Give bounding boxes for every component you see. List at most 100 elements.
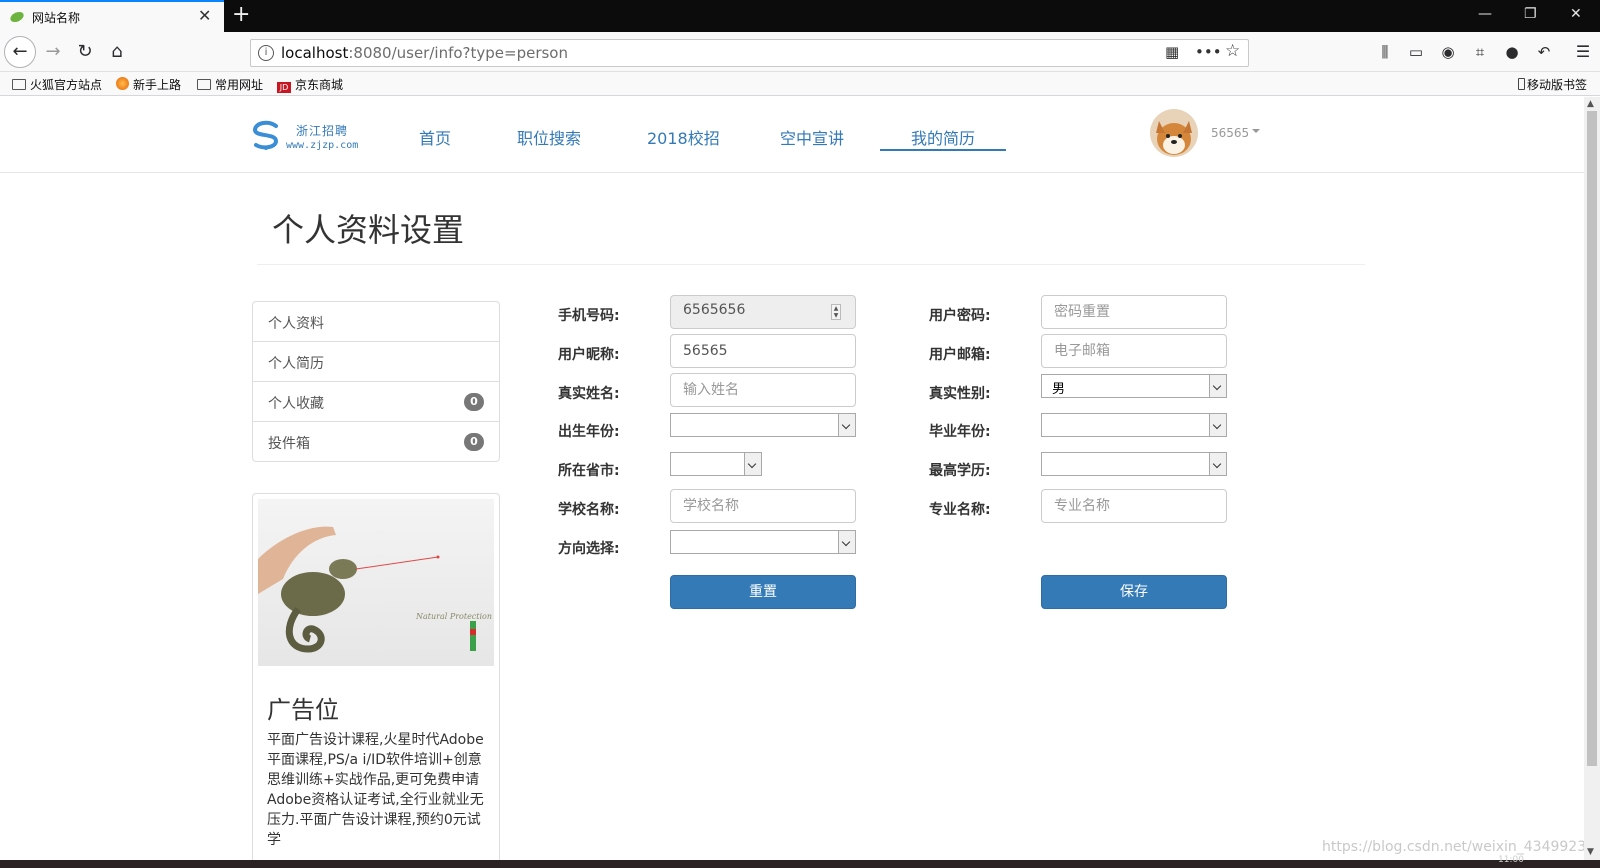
scroll-up-icon[interactable]: ▲	[1587, 99, 1594, 109]
nav-my-resume[interactable]: 我的简历	[911, 125, 975, 149]
city-label: 所在省市:	[558, 463, 620, 479]
direction-select[interactable]	[670, 530, 856, 554]
school-field[interactable]	[670, 489, 856, 523]
nav-home[interactable]: 首页	[419, 125, 451, 149]
restore-icon[interactable]: ❐	[1524, 6, 1537, 22]
sidebar-item-label: 个人简历	[268, 356, 324, 372]
page-title: 个人资料设置	[272, 211, 465, 249]
reload-icon[interactable]: ↻	[74, 41, 96, 63]
mobile-icon	[1518, 78, 1525, 90]
url-text[interactable]: localhost:8080/user/info?type=person	[281, 44, 568, 62]
divider	[257, 264, 1365, 265]
bookmark-firefox-site[interactable]: 火狐官方站点	[12, 76, 102, 93]
bookmark-mobile[interactable]: 移动版书签	[1518, 76, 1587, 93]
sidebar-item-profile[interactable]: 个人资料	[252, 301, 500, 342]
bookmarks-bar: 火狐官方站点 新手上路 常用网址 JD 京东商城 移动版书签	[0, 72, 1600, 96]
page-scrollbar[interactable]: ▲ ▼	[1584, 97, 1600, 860]
ad-card: Natural Protection 广告位 平面广告设计课程,火星时代Adob…	[252, 493, 500, 860]
education-label: 最高学历:	[929, 463, 991, 479]
chat-icon[interactable]: ●	[1501, 41, 1523, 63]
sidebar-item-resume[interactable]: 个人简历	[252, 341, 500, 382]
grad-year-select[interactable]	[1041, 413, 1227, 437]
ad-image-caption: Natural Protection	[416, 612, 493, 621]
site-info-icon[interactable]: i	[258, 45, 274, 61]
email-field[interactable]	[1041, 334, 1227, 368]
minimize-icon[interactable]: —	[1478, 6, 1492, 22]
tab-close-icon[interactable]: ✕	[198, 6, 211, 25]
birth-year-label: 出生年份:	[558, 424, 620, 440]
scroll-down-icon[interactable]: ▼	[1587, 847, 1594, 857]
sidebar-item-label: 投件箱	[268, 436, 310, 452]
back-icon[interactable]: ←	[4, 36, 36, 68]
new-tab-icon[interactable]: +	[232, 2, 250, 27]
sidebar-toggle-icon[interactable]: ▭	[1405, 41, 1427, 63]
qrcode-icon[interactable]: ▦	[1165, 43, 1179, 61]
email-label: 用户邮箱:	[929, 347, 991, 363]
chevron-down-icon[interactable]	[838, 414, 855, 436]
library-icon[interactable]: ⫼	[1374, 41, 1396, 63]
firefox-icon	[116, 77, 129, 90]
chevron-down-icon[interactable]	[1209, 453, 1226, 475]
bookmark-jd[interactable]: JD 京东商城	[277, 76, 343, 93]
gender-select[interactable]: 男	[1041, 374, 1227, 398]
direction-label: 方向选择:	[558, 541, 620, 557]
bookmark-getting-started[interactable]: 新手上路	[116, 76, 181, 93]
caret-down-icon[interactable]	[1252, 129, 1260, 133]
password-field[interactable]	[1041, 295, 1227, 329]
home-icon[interactable]: ⌂	[106, 41, 128, 63]
password-label: 用户密码:	[929, 308, 991, 324]
nickname-field[interactable]	[670, 334, 856, 368]
chevron-down-icon[interactable]	[1209, 375, 1226, 397]
browser-tab[interactable]: 网站名称 ✕	[0, 0, 224, 32]
bookmark-common-sites[interactable]: 常用网址	[197, 76, 263, 93]
chevron-down-icon[interactable]	[1209, 414, 1226, 436]
forward-icon[interactable]: →	[42, 41, 64, 63]
count-badge: 0	[464, 433, 484, 451]
screenshot-icon[interactable]: ⌗	[1469, 41, 1491, 63]
menu-icon[interactable]: ☰	[1572, 41, 1594, 63]
grad-year-label: 毕业年份:	[929, 424, 991, 440]
nav-job-search[interactable]: 职位搜索	[517, 125, 581, 149]
reset-button[interactable]: 重置	[670, 575, 856, 609]
username[interactable]: 56565	[1211, 126, 1249, 140]
leaf-favicon-icon	[10, 11, 24, 23]
close-window-icon[interactable]: ✕	[1570, 6, 1582, 22]
phone-label: 手机号码:	[558, 308, 620, 324]
chevron-down-icon[interactable]	[838, 531, 855, 553]
browser-titlebar: 网站名称 ✕ + — ❐ ✕	[0, 0, 1600, 32]
save-button[interactable]: 保存	[1041, 575, 1227, 609]
page-actions-icon[interactable]: •••	[1195, 43, 1222, 61]
gender-label: 真实性别:	[929, 386, 991, 402]
phone-field[interactable]: 6565656 ▲ ▼	[670, 295, 856, 329]
city-select[interactable]	[670, 452, 762, 476]
url-bar[interactable]: i localhost:8080/user/info?type=person ▦…	[250, 39, 1249, 67]
count-badge: 0	[464, 393, 484, 411]
major-field[interactable]	[1041, 489, 1227, 523]
bookmark-star-icon[interactable]: ☆	[1225, 41, 1240, 61]
scrollbar-thumb[interactable]	[1587, 111, 1597, 766]
chevron-down-icon[interactable]	[744, 453, 761, 475]
school-label: 学校名称:	[558, 502, 620, 518]
select-value: 男	[1052, 382, 1066, 397]
site-header: 浙江招聘 www.zjzp.com 首页 职位搜索 2018校招 空中宣讲 我的…	[0, 97, 1584, 173]
undo-icon[interactable]: ↶	[1533, 41, 1555, 63]
dog-avatar-icon	[1150, 109, 1198, 157]
avatar[interactable]	[1150, 109, 1198, 157]
sidebar-menu: 个人资料 个人简历 个人收藏 0 投件箱 0	[252, 301, 500, 462]
logo-name[interactable]: 浙江招聘	[296, 122, 348, 139]
spinner-icon[interactable]: ▲ ▼	[831, 304, 841, 320]
folder-icon	[197, 79, 211, 90]
logo-icon	[252, 120, 279, 150]
birth-year-select[interactable]	[670, 413, 856, 437]
sidebar-item-favorites[interactable]: 个人收藏 0	[252, 381, 500, 422]
ad-image[interactable]: Natural Protection	[258, 499, 494, 666]
sidebar-item-outbox[interactable]: 投件箱 0	[252, 421, 500, 462]
education-select[interactable]	[1041, 452, 1227, 476]
sidebar-item-label: 个人资料	[268, 316, 324, 332]
account-icon[interactable]: ◉	[1437, 41, 1459, 63]
nav-online-talks[interactable]: 空中宣讲	[780, 125, 844, 149]
phone-value: 6565656	[683, 302, 746, 318]
taskbar-clock: 11:00	[1498, 855, 1524, 865]
nav-campus-2018[interactable]: 2018校招	[647, 125, 720, 149]
realname-field[interactable]	[670, 373, 856, 407]
